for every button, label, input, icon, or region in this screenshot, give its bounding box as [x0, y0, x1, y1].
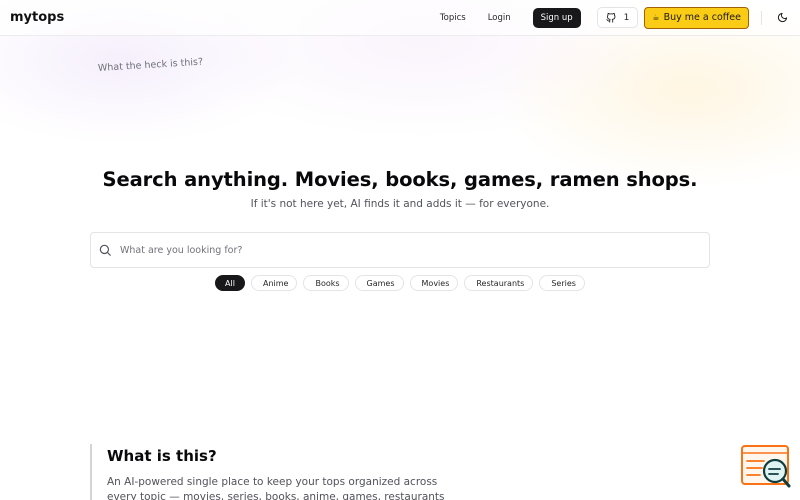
coffee-label: Buy me a coffee	[663, 12, 741, 23]
hero-title: Search anything. Movies, books, games, r…	[102, 168, 698, 191]
chip-label: Games	[366, 278, 395, 288]
filter-anime[interactable]: Anime	[250, 275, 298, 291]
filter-restaurants[interactable]: Restaurants	[464, 275, 534, 291]
chip-label: Movies	[421, 278, 450, 288]
star-count: 1	[623, 12, 630, 23]
chip-label: All	[225, 278, 235, 288]
github-star-button[interactable]: 1	[596, 7, 639, 28]
search-input[interactable]	[120, 233, 709, 267]
search-box[interactable]	[90, 232, 710, 268]
github-icon	[606, 12, 616, 23]
signup-button[interactable]: Sign up	[532, 7, 581, 28]
what-is-this-note[interactable]: What the heck is this?	[98, 57, 204, 74]
moon-icon	[777, 12, 787, 23]
about-body: An AI-powered single place to keep your …	[107, 476, 445, 500]
logo[interactable]: mytops	[10, 10, 64, 25]
top-bar: mytops Topics Login Sign up 1 ☕ Buy me a…	[0, 0, 800, 36]
nav-topics[interactable]: Topics	[440, 13, 466, 23]
filter-series[interactable]: Series	[539, 275, 585, 291]
filter-books[interactable]: Books	[303, 275, 349, 291]
header-divider	[761, 10, 762, 25]
theme-toggle[interactable]	[774, 10, 790, 26]
coffee-icon: ☕	[652, 13, 660, 22]
background-gradient	[0, 0, 800, 260]
about-title: What is this?	[107, 447, 217, 465]
chip-label: Series	[551, 278, 576, 288]
chip-label: Books	[315, 278, 340, 288]
search-document-icon	[741, 445, 791, 488]
hero-subtitle: If it's not here yet, AI finds it and ad…	[250, 198, 550, 210]
nav-login[interactable]: Login	[488, 13, 511, 23]
filter-movies[interactable]: Movies	[409, 275, 459, 291]
search-icon	[99, 244, 111, 256]
chip-label: Restaurants	[476, 278, 525, 288]
category-filters: All Anime Books Games Movies Restaurants…	[0, 275, 800, 291]
about-section: What is this? An AI-powered single place…	[90, 444, 530, 500]
buy-coffee-button[interactable]: ☕ Buy me a coffee	[644, 6, 749, 29]
filter-games[interactable]: Games	[354, 275, 404, 291]
chip-label: Anime	[262, 278, 289, 288]
nav: Topics Login Sign up 1 ☕ Buy me a coffee	[440, 6, 790, 29]
filter-all[interactable]: All	[215, 275, 245, 291]
chat-widget-button[interactable]	[740, 444, 792, 490]
